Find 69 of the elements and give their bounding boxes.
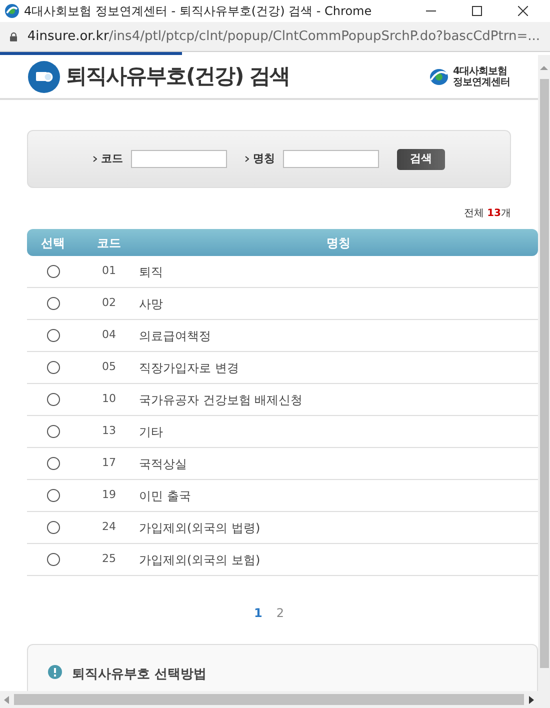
radio-button[interactable] xyxy=(46,329,60,342)
table-row[interactable]: 24 가입제외(외국의 법령) xyxy=(27,512,538,544)
code-cell-text: 05 xyxy=(101,359,117,376)
radio-button[interactable] xyxy=(46,361,60,374)
column-header: 코드 xyxy=(96,234,122,252)
lock-icon xyxy=(10,30,18,42)
radio-button[interactable] xyxy=(46,393,60,406)
code-cell-text: 25 xyxy=(101,551,117,568)
page-title: 퇴직사유부호(건강) 검색 xyxy=(66,62,290,90)
exclamation-icon xyxy=(48,665,62,679)
app-logo-icon xyxy=(4,3,20,19)
name-cell-text: 퇴직 xyxy=(139,264,163,280)
radio-button[interactable] xyxy=(46,457,60,470)
table-row[interactable]: 02 사망 xyxy=(27,288,538,320)
chevron-icon xyxy=(245,156,249,162)
org-logo-icon xyxy=(429,68,449,86)
horizontal-scrollbar[interactable] xyxy=(0,691,538,708)
table-row[interactable]: 10 국가유공자 건강보험 배제신청 xyxy=(27,384,538,416)
code-cell-text: 17 xyxy=(101,455,117,472)
code-cell-text: 01 xyxy=(101,263,117,280)
info-title: 퇴직사유부호 선택방법 xyxy=(72,666,207,684)
radio-button[interactable] xyxy=(46,489,60,502)
radio-button[interactable] xyxy=(46,521,60,534)
maximize-icon xyxy=(472,6,482,16)
chevron-icon xyxy=(93,156,97,162)
name-cell-text: 기타 xyxy=(139,424,163,440)
table-row[interactable]: 05 직장가입자로 변경 xyxy=(27,352,538,384)
address-bar[interactable]: 4insure.or.kr/ins4/ptl/ptcp/clnt/popup/ClntCommPopupSrchP.do?bascCdPtrn=... xyxy=(0,22,550,52)
name-cell-text: 가입제외(외국의 보험) xyxy=(139,552,260,568)
table-row[interactable]: 13 기타 xyxy=(27,416,538,448)
code-cell-text: 10 xyxy=(101,391,117,408)
code-cell-text: 13 xyxy=(101,423,117,440)
org-logo-text: 정보연계센터 xyxy=(453,76,510,88)
code-cell-text: 19 xyxy=(101,487,117,504)
total-count: 전체 13개 xyxy=(464,207,511,221)
radio-button[interactable] xyxy=(46,553,60,566)
search-field[interactable] xyxy=(283,150,379,168)
name-cell-text: 직장가입자로 변경 xyxy=(139,360,239,376)
field-label: 코드 xyxy=(101,150,123,167)
page-link[interactable]: 2 xyxy=(276,604,284,622)
radio-button[interactable] xyxy=(46,425,60,438)
close-icon xyxy=(518,6,528,16)
table-row[interactable]: 01 퇴직 xyxy=(27,256,538,288)
search-button[interactable]: 검색 xyxy=(397,148,445,170)
code-cell-text: 04 xyxy=(101,327,117,344)
url-text: 4insure.or.kr/ins4/ptl/ptcp/clnt/popup/ClntCommPopupSrchP.do?bascCdPtrn=... xyxy=(27,28,540,46)
radio-button[interactable] xyxy=(46,297,60,310)
vertical-scrollbar[interactable] xyxy=(538,55,550,708)
name-cell-text: 의료급여책정 xyxy=(139,328,211,344)
code-cell-text: 24 xyxy=(101,519,117,536)
page-link[interactable]: 1 xyxy=(254,604,262,622)
radio-button[interactable] xyxy=(46,265,60,278)
column-header: 명칭 xyxy=(326,234,352,252)
org-logo-text: 4대사회보험 xyxy=(453,66,507,76)
name-cell-text: 이민 출국 xyxy=(139,488,191,504)
table-row[interactable]: 04 의료급여책정 xyxy=(27,320,538,352)
name-cell-text: 국적상실 xyxy=(139,456,187,472)
table-row[interactable]: 25 가입제외(외국의 보험) xyxy=(27,544,538,576)
search-field[interactable] xyxy=(131,150,227,168)
name-cell-text: 가입제외(외국의 법령) xyxy=(139,520,260,536)
table-row[interactable]: 17 국적상실 xyxy=(27,448,538,480)
name-cell-text: 국가유공자 건강보험 배제신청 xyxy=(139,392,303,408)
table-row[interactable]: 19 이민 출국 xyxy=(27,480,538,512)
field-label: 명칭 xyxy=(253,150,275,167)
column-header: 선택 xyxy=(40,234,66,252)
window-title: 4대사회보험 정보연계센터 - 퇴직사유부호(건강) 검색 - Chrome xyxy=(24,3,372,20)
search-card-icon xyxy=(28,60,60,92)
name-cell-text: 사망 xyxy=(139,296,163,312)
code-cell-text: 02 xyxy=(101,295,117,312)
